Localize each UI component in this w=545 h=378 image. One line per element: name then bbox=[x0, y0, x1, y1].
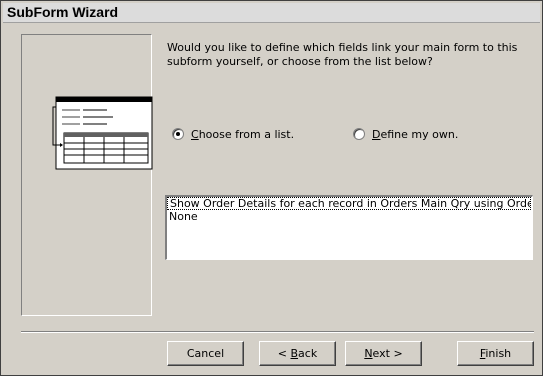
question-text: Would you like to define which fields li… bbox=[167, 41, 518, 68]
list-item[interactable]: Show Order Details for each record in Or… bbox=[167, 197, 531, 210]
finish-button[interactable]: Finish bbox=[457, 341, 534, 366]
illustration-panel bbox=[21, 34, 153, 316]
choose-option-label: Choose from a list. bbox=[191, 127, 295, 141]
next-button[interactable]: Next > bbox=[345, 341, 422, 366]
subform-illustration-icon bbox=[52, 96, 153, 170]
list-item[interactable]: None bbox=[167, 210, 532, 223]
radio-icon[interactable] bbox=[172, 128, 184, 140]
choose-from-list-option[interactable]: Choose from a list. bbox=[172, 127, 294, 141]
button-separator bbox=[21, 331, 534, 333]
radio-icon[interactable] bbox=[353, 128, 365, 140]
define-my-own-option[interactable]: Define my own. bbox=[353, 127, 458, 141]
title-bar[interactable]: SubForm Wizard bbox=[3, 3, 540, 23]
wizard-window: SubForm Wizard Would you like to define … bbox=[0, 0, 543, 376]
define-option-label: Define my own. bbox=[372, 127, 459, 141]
back-button[interactable]: < Back bbox=[259, 341, 336, 366]
window-title: SubForm Wizard bbox=[7, 4, 119, 20]
cancel-button[interactable]: Cancel bbox=[167, 341, 244, 366]
link-fields-listbox[interactable]: Show Order Details for each record in Or… bbox=[165, 195, 533, 260]
